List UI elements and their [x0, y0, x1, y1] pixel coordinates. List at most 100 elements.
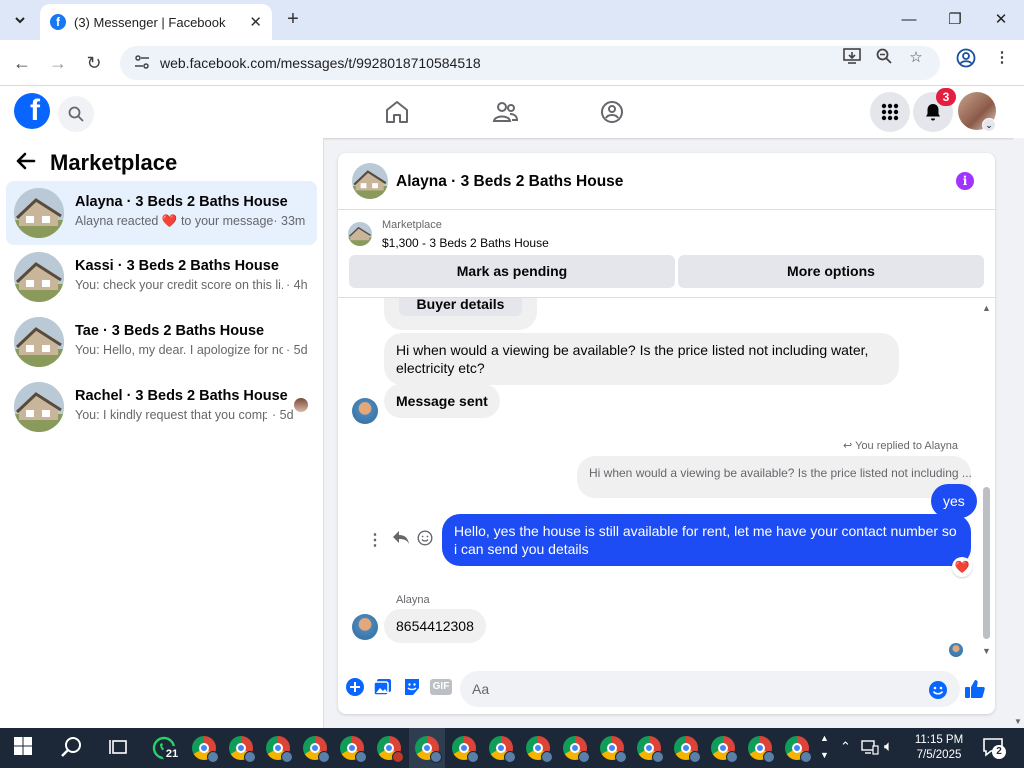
chrome-window-icon[interactable] [266, 736, 293, 763]
maximize-icon[interactable]: ❐ [943, 8, 967, 32]
chat-title[interactable]: Alayna · 3 Beds 2 Baths House [396, 173, 623, 191]
quoted-reply[interactable]: Hi when would a viewing be available? Is… [577, 456, 971, 498]
chrome-window-icon-active[interactable] [415, 736, 442, 763]
taskbar-clock[interactable]: 11:15 PM 7/5/2025 [900, 733, 978, 763]
message-input[interactable]: Aa [460, 671, 960, 707]
sticker-icon[interactable] [402, 677, 424, 699]
network-icon[interactable] [861, 739, 879, 755]
chrome-window-icon[interactable] [377, 736, 404, 763]
scroll-down-arrow-icon[interactable]: ▼ [982, 646, 991, 656]
chrome-window-icon[interactable] [526, 736, 553, 763]
page-scrollbar[interactable]: ▼ [1013, 138, 1024, 728]
notification-count-badge: 3 [936, 88, 956, 106]
volume-icon[interactable]: 🔈︎ [884, 738, 893, 755]
conversation-item-rachel[interactable]: Rachel · 3 Beds 2 Baths House You: I kin… [6, 375, 317, 439]
contact-avatar[interactable] [352, 614, 378, 640]
heart-reaction-icon: ❤️ [161, 214, 178, 228]
friends-icon[interactable] [490, 97, 520, 127]
menu-grid-icon[interactable] [870, 92, 910, 132]
more-actions-icon[interactable]: ⋮ [367, 530, 383, 550]
outgoing-message-yes[interactable]: yes [931, 484, 977, 518]
browser-tab-strip: f (3) Messenger | Facebook ✕ + — ❐ ✕ [0, 0, 1024, 40]
site-info-icon[interactable] [134, 54, 150, 72]
chrome-window-icon[interactable] [303, 736, 330, 763]
incoming-message[interactable]: Hi when would a viewing be available? Is… [384, 333, 899, 385]
chrome-window-icon[interactable] [674, 736, 701, 763]
conversation-preview: Alayna reacted ❤️ to your message· 33m [75, 214, 306, 228]
react-smiley-icon[interactable] [417, 530, 435, 548]
heart-reaction-icon[interactable]: ❤️ [952, 557, 972, 577]
reply-icon[interactable] [392, 530, 410, 548]
buyer-details-button[interactable]: Buyer details [399, 298, 522, 316]
chrome-menu-icon[interactable]: ⋮ [992, 48, 1012, 68]
listing-summary: Marketplace $1,300 - 3 Beds 2 Baths Hous… [338, 210, 995, 298]
tab-close-icon[interactable]: ✕ [249, 13, 262, 31]
whatsapp-icon[interactable]: 21 [152, 736, 182, 762]
conversation-item-alayna[interactable]: Alayna · 3 Beds 2 Baths House Alayna rea… [6, 181, 317, 245]
more-options-button[interactable]: More options [678, 255, 984, 288]
thread-scroll-thumb[interactable] [983, 487, 990, 639]
clock-time: 11:15 PM [914, 734, 964, 746]
chrome-window-icon[interactable] [600, 736, 627, 763]
facebook-search-icon[interactable] [58, 96, 94, 132]
browser-tab-messenger[interactable]: f (3) Messenger | Facebook ✕ [40, 4, 272, 40]
install-app-icon[interactable] [842, 48, 862, 68]
seen-avatar [294, 398, 308, 412]
house-thumbnail [14, 252, 64, 302]
conversation-item-kassi[interactable]: Kassi · 3 Beds 2 Baths House You: check … [6, 245, 317, 309]
chrome-window-icon[interactable] [489, 736, 516, 763]
tab-search-chevron-icon[interactable] [8, 8, 32, 32]
like-thumbs-up-icon[interactable] [964, 678, 986, 700]
emoji-icon[interactable] [928, 680, 950, 702]
browser-toolbar: ← → ↻ web.facebook.com/messages/t/992801… [0, 40, 1024, 86]
conversation-time: · 5d [272, 408, 294, 422]
chrome-window-icon[interactable] [785, 736, 812, 763]
more-actions-plus-icon[interactable] [345, 677, 367, 699]
minimize-icon[interactable]: — [897, 8, 921, 32]
chrome-window-icon[interactable] [563, 736, 590, 763]
gif-icon[interactable]: GIF [430, 679, 452, 695]
home-icon[interactable] [382, 97, 412, 127]
scroll-up-arrow-icon[interactable]: ▲ [982, 303, 991, 313]
incoming-message-number[interactable]: 8654412308 [384, 609, 486, 643]
new-tab-button[interactable]: + [282, 8, 304, 32]
listing-thumbnail[interactable] [348, 222, 372, 246]
tab-title: (3) Messenger | Facebook [74, 14, 226, 30]
page-scroll-down-icon[interactable]: ▼ [1014, 717, 1022, 726]
chrome-window-icon[interactable] [340, 736, 367, 763]
listing-price-title[interactable]: $1,300 - 3 Beds 2 Baths House [382, 236, 549, 250]
chrome-window-icon[interactable] [229, 736, 256, 763]
address-bar[interactable]: web.facebook.com/messages/t/992801871058… [120, 46, 940, 80]
mark-as-pending-button[interactable]: Mark as pending [349, 255, 675, 288]
back-arrow-icon[interactable]: ← [9, 50, 35, 76]
window-close-icon[interactable]: ✕ [989, 8, 1013, 32]
contact-avatar[interactable] [352, 398, 378, 424]
chrome-window-icon[interactable] [748, 736, 775, 763]
taskbar-overflow-arrows-icon[interactable]: ▲ ▼ [820, 730, 829, 764]
chrome-window-icon[interactable] [711, 736, 738, 763]
chrome-window-icon[interactable] [637, 736, 664, 763]
bookmark-star-icon[interactable]: ☆ [906, 48, 926, 68]
chrome-window-icon[interactable] [452, 736, 479, 763]
conversation-item-tae[interactable]: Tae · 3 Beds 2 Baths House You: Hello, m… [6, 310, 317, 374]
facebook-logo-icon[interactable]: f [14, 93, 50, 129]
action-center-icon[interactable]: 2 [982, 737, 1006, 759]
zoom-icon[interactable] [874, 48, 894, 68]
forward-arrow-icon[interactable]: → [45, 50, 71, 76]
windows-search-icon[interactable] [61, 736, 85, 760]
info-icon[interactable]: i [956, 172, 974, 190]
reload-icon[interactable]: ↻ [81, 50, 107, 76]
conversation-name: Rachel · 3 Beds 2 Baths House [75, 388, 288, 404]
chrome-profile-icon[interactable] [956, 48, 976, 68]
outgoing-message-reply[interactable]: Hello, yes the house is still available … [442, 514, 971, 566]
photo-icon[interactable] [373, 677, 395, 699]
task-view-icon[interactable] [108, 736, 132, 760]
account-chevron-icon[interactable]: ⌄ [982, 118, 996, 132]
windows-start-icon[interactable] [13, 736, 37, 760]
groups-icon[interactable] [597, 97, 627, 127]
show-hidden-icons-chevron-icon[interactable]: ⌃ [840, 739, 851, 755]
message-composer: GIF Aa [338, 664, 995, 714]
back-arrow-icon[interactable] [16, 150, 36, 176]
chrome-window-icon[interactable] [192, 736, 219, 763]
house-thumbnail[interactable] [352, 163, 388, 199]
